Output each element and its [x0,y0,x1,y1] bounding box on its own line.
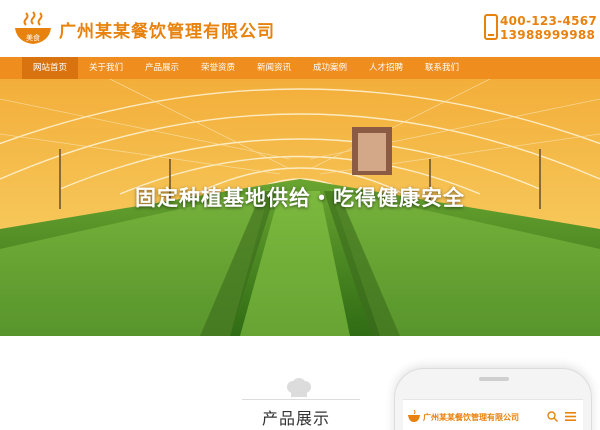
nav-item-products[interactable]: 产品展示 [134,57,190,79]
mobile-logo-icon [408,410,420,422]
main-nav: 网站首页 关于我们 产品展示 荣誉资质 新闻资讯 成功案例 人才招聘 联系我们 [0,57,600,79]
hotline-number[interactable]: 400-123-4567 [500,14,597,28]
mobile-company-name: 广州某某餐饮管理有限公司 [423,413,519,422]
mobile-preview: 广州某某餐饮管理有限公司 [394,368,592,430]
bowl-logo-icon[interactable]: 美食 [12,10,54,48]
nav-item-honors[interactable]: 荣誉资质 [190,57,246,79]
chef-hat-icon [287,378,311,397]
logo-caption: 美食 [26,33,40,42]
banner-slogan: 固定种植基地供给・吃得健康安全 [135,186,465,210]
contact-phones: 400-123-4567 13988999988 [500,14,597,42]
nav-item-contact[interactable]: 联系我们 [414,57,470,79]
nav-item-cases[interactable]: 成功案例 [302,57,358,79]
search-icon[interactable] [547,411,558,422]
mobile-number[interactable]: 13988999988 [500,28,597,42]
menu-icon[interactable] [565,412,576,421]
nav-item-home[interactable]: 网站首页 [22,57,78,79]
nav-item-news[interactable]: 新闻资讯 [246,57,302,79]
phone-icon [484,14,498,40]
company-name: 广州某某餐饮管理有限公司 [59,22,275,42]
section-title-products: 产品展示 [262,409,331,428]
site-header: 美食 广州某某餐饮管理有限公司 400-123-4567 13988999988 [0,0,600,57]
nav-item-about[interactable]: 关于我们 [78,57,134,79]
hero-banner[interactable]: 固定种植基地供给・吃得健康安全 [0,79,600,336]
mobile-screen: 广州某某餐饮管理有限公司 [403,399,583,430]
title-divider [242,399,360,400]
phone-speaker [479,377,509,381]
nav-item-jobs[interactable]: 人才招聘 [358,57,414,79]
